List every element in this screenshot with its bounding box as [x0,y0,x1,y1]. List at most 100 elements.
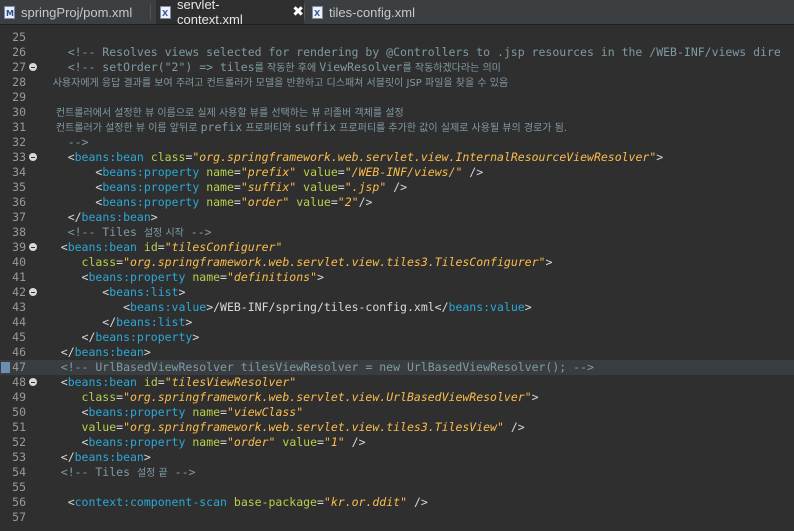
code-line[interactable]: 36 <beans:property name="order" value="2… [0,195,794,210]
code-line[interactable]: 37 </beans:bean> [0,210,794,225]
tab-divider [150,4,151,20]
code-line[interactable]: 39 <beans:bean id="tilesConfigurer" [0,240,794,255]
code-line[interactable]: 28 사용자에게 응답 결과를 보여 주려고 컨트롤러가 모델을 반환하고 디스… [0,75,794,90]
code-token: name [192,405,221,419]
code-line[interactable]: 35 <beans:property name="suffix" value="… [0,180,794,195]
tab-pom-xml[interactable]: M springProj/pom.xml [0,0,150,24]
code-token: = [337,180,345,194]
code-line[interactable]: 43 <beans:value>/WEB-INF/spring/tiles-co… [0,300,794,315]
code-line[interactable]: 46 </beans:bean> [0,345,794,360]
line-number: 33 [12,150,26,164]
code-line[interactable]: 38 <!-- Tiles 설정 시작 --> [0,225,794,240]
code-token: "1" [323,435,345,449]
code-line[interactable]: 44 </beans:list> [0,315,794,330]
code-text: </beans:list> [40,315,192,330]
fold-toggle-icon[interactable] [29,153,37,161]
code-token: beans:property [102,195,200,209]
code-token: "2" [337,195,359,209]
code-line[interactable]: 55 [0,480,794,495]
code-token: beans:bean [74,150,144,164]
fold-toggle-icon[interactable] [29,243,37,251]
code-line[interactable]: 51 value="org.springframework.web.servle… [0,420,794,435]
close-icon[interactable]: ✖ [292,4,304,20]
svg-text:M: M [6,9,14,18]
code-line[interactable]: 52 <beans:property name="order" value="1… [0,435,794,450]
code-line[interactable]: 53 </beans:bean> [0,450,794,465]
line-number: 36 [12,195,26,209]
code-token: beans:property [88,405,186,419]
tab-tiles-config-xml[interactable]: X tiles-config.xml [308,0,448,24]
code-token: </ [40,315,117,329]
line-number: 38 [12,225,26,239]
code-token: = [233,195,241,209]
code-token: < [40,165,103,179]
code-token: /> [358,195,373,209]
code-token: "org.springframework.web.servlet.view.Ur… [123,390,532,404]
code-token: = [316,495,324,509]
line-number: 56 [12,495,26,509]
code-text: <context:component-scan base-package="kr… [40,495,428,510]
tab-label: springProj/pom.xml [21,4,133,20]
code-line[interactable]: 27 <!-- setOrder("2") => tiles를 작동한 후에 V… [0,60,794,75]
code-token: /> [344,435,366,449]
code-line[interactable]: 32 --> [0,135,794,150]
code-token: < [40,270,89,284]
code-text: <beans:property name="order" value="2"/> [40,195,372,210]
code-token: beans:property [88,435,186,449]
code-line[interactable]: 48 <beans:bean id="tilesViewResolver" [0,375,794,390]
code-text: <beans:property name="suffix" value=".js… [40,180,407,195]
code-text: </beans:bean> [40,450,151,465]
code-line[interactable]: 25 [0,30,794,45]
fold-toggle-icon[interactable] [29,63,37,71]
code-token: beans:property [88,270,186,284]
line-number: 54 [12,465,26,479]
code-line[interactable]: 54 <!-- Tiles 설정 끝 --> [0,465,794,480]
code-line[interactable]: 29 [0,90,794,105]
code-token: beans:value [448,300,525,314]
code-editor[interactable]: 25 26 <!-- Resolves views selected for re… [0,25,794,531]
code-line[interactable]: 42 <beans:list> [0,285,794,300]
line-number: 35 [12,180,26,194]
code-text: --> [40,135,89,150]
code-line[interactable]: 41 <beans:property name="definitions"> [0,270,794,285]
line-number: 37 [12,210,26,224]
code-token: /> [386,180,408,194]
code-line[interactable]: 26 <!-- Resolves views selected for rend… [0,45,794,60]
code-line[interactable]: 50 <beans:property name="viewClass" [0,405,794,420]
code-line[interactable]: 49 class="org.springframework.web.servle… [0,390,794,405]
code-line[interactable]: 33 <beans:bean class="org.springframewor… [0,150,794,165]
line-number: 51 [12,420,26,434]
svg-text:X: X [162,9,169,18]
code-token: = [220,270,227,284]
code-token: ViewResolver [319,60,403,74]
line-number: 30 [12,105,26,119]
code-token: "definitions" [226,270,317,284]
maven-file-icon: M [4,5,15,19]
line-number: 47 [12,360,26,374]
code-token: beans:value [130,300,207,314]
code-line[interactable]: 56 <context:component-scan base-package=… [0,495,794,510]
code-line[interactable]: 47 <!-- UrlBasedViewResolver tilesViewRe… [0,360,794,375]
code-text: <!-- UrlBasedViewResolver tilesViewResol… [40,360,594,375]
code-line[interactable]: 31 컨트롤러가 설정한 뷰 이름 앞뒤로 prefix 프로퍼티와 suffi… [0,120,794,135]
code-token: 설정 시작 [143,228,184,239]
tab-servlet-context-xml[interactable]: X servlet-context.xml ✖ [156,0,304,27]
code-token: > [317,270,324,284]
code-token: name [206,180,234,194]
code-token: = [220,405,227,419]
code-line[interactable]: 34 <beans:property name="prefix" value="… [0,165,794,180]
code-line[interactable]: 30 컨트롤러에서 설정한 뷰 이름으로 실제 사용할 뷰를 선택하는 뷰 리졸… [0,105,794,120]
code-token: = [337,165,345,179]
code-line[interactable]: 45 </beans:property> [0,330,794,345]
fold-toggle-icon[interactable] [29,378,37,386]
code-token: > [143,450,151,464]
fold-toggle-icon[interactable] [29,288,37,296]
code-text: <beans:bean class="org.springframework.w… [40,150,664,165]
code-token: = [233,180,241,194]
code-text: <beans:property name="viewClass" [40,405,304,420]
code-token: <!-- Resolves views selected for renderi… [40,45,781,59]
code-token: 를 작동하겠다라는 의미 [402,63,501,74]
code-line[interactable]: 40 class="org.springframework.web.servle… [0,255,794,270]
code-line[interactable]: 57 [0,510,794,525]
